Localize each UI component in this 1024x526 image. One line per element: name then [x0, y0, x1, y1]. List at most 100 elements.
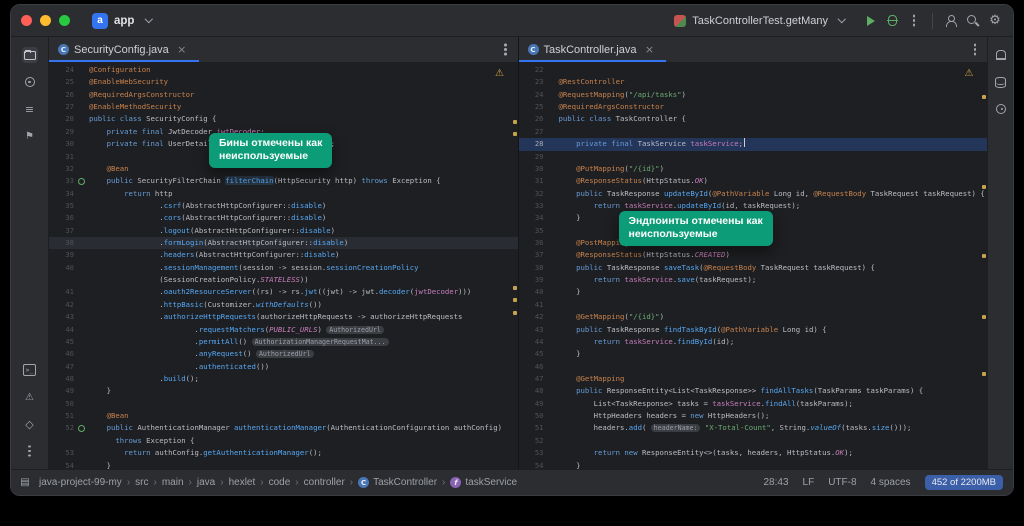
code-line[interactable]: 47 @GetMapping — [519, 373, 988, 385]
bookmarks-icon[interactable] — [22, 128, 38, 144]
line-number[interactable]: 40 — [519, 286, 547, 298]
line-number[interactable]: 39 — [49, 249, 77, 261]
line-number[interactable]: 34 — [49, 188, 77, 200]
line-number[interactable]: 33 — [49, 175, 77, 187]
code-line[interactable]: 54 } — [519, 460, 988, 470]
code-line[interactable]: 43 public TaskResponse findTaskById(@Pat… — [519, 324, 988, 336]
code-line[interactable]: 26 @RequiredArgsConstructor — [49, 89, 518, 101]
caret-position[interactable]: 28:43 — [763, 477, 788, 488]
warning-stripe-mark[interactable] — [512, 132, 517, 137]
code-line[interactable]: 38 .formLogin(AbstractHttpConfigurer::di… — [49, 237, 518, 250]
line-number[interactable]: 42 — [49, 299, 77, 311]
close-window-button[interactable] — [21, 15, 32, 26]
line-number[interactable]: 48 — [519, 385, 547, 397]
more-icon[interactable] — [906, 13, 922, 29]
code-line[interactable]: 26 public class TaskController { — [519, 113, 988, 125]
code-line[interactable]: 53 return new ResponseEntity<>(tasks, he… — [519, 447, 988, 459]
code-line[interactable]: 25 @EnableWebSecurity — [49, 76, 518, 88]
line-number[interactable]: 32 — [519, 188, 547, 200]
code-line[interactable]: 37 .logout(AbstractHttpConfigurer::disab… — [49, 225, 518, 237]
line-number[interactable]: 38 — [519, 262, 547, 274]
warning-stripe-mark[interactable] — [512, 286, 517, 291]
code-line[interactable]: 31 @ResponseStatus(HttpStatus.OK) — [519, 175, 988, 187]
breadcrumb-item[interactable]: taskService — [465, 477, 517, 488]
line-number[interactable]: 31 — [49, 151, 77, 163]
warning-stripe-mark[interactable] — [982, 184, 986, 189]
line-number[interactable]: 29 — [49, 126, 77, 138]
code-line[interactable]: 23 @RestController — [519, 76, 988, 88]
code-line[interactable]: 27 @EnableMethodSecurity — [49, 101, 518, 113]
line-number[interactable]: 44 — [519, 336, 547, 348]
breadcrumb-item[interactable]: src — [135, 477, 148, 488]
line-number[interactable]: 37 — [519, 249, 547, 261]
line-number[interactable]: 23 — [519, 76, 547, 88]
line-number[interactable]: 51 — [49, 410, 77, 422]
play-icon[interactable] — [862, 13, 878, 29]
line-number[interactable] — [49, 435, 77, 447]
line-number[interactable]: 46 — [49, 348, 77, 360]
breadcrumb-item[interactable]: java-project-99-my — [39, 477, 122, 488]
line-number[interactable]: 28 — [49, 113, 77, 125]
zoom-window-button[interactable] — [59, 15, 70, 26]
line-number[interactable]: 48 — [49, 373, 77, 385]
code-line[interactable]: 45 } — [519, 348, 988, 360]
line-number[interactable]: 50 — [49, 398, 77, 410]
line-number[interactable]: 50 — [519, 410, 547, 422]
code-line[interactable]: 49 List<TaskResponse> tasks = taskServic… — [519, 398, 988, 410]
line-number[interactable]: 45 — [49, 336, 77, 348]
terminal-icon[interactable] — [22, 362, 38, 378]
warning-stripe-mark[interactable] — [982, 95, 986, 100]
code-line[interactable]: 50 HttpHeaders headers = new HttpHeaders… — [519, 410, 988, 422]
project-folder-icon[interactable] — [21, 47, 38, 63]
warning-stripe-mark[interactable] — [512, 298, 517, 303]
inspections-widget[interactable] — [961, 65, 977, 81]
warning-stripe-mark[interactable] — [982, 371, 986, 376]
code-line[interactable]: 39 return taskService.save(taskRequest); — [519, 274, 988, 286]
line-number[interactable]: 43 — [519, 324, 547, 336]
code-line[interactable]: 40 } — [519, 286, 988, 298]
line-number[interactable]: 52 — [49, 422, 77, 434]
line-number[interactable]: 31 — [519, 175, 547, 187]
line-number[interactable]: 30 — [519, 163, 547, 175]
line-number[interactable]: 44 — [49, 324, 77, 336]
code-line[interactable]: 28 private final TaskService taskService… — [518, 138, 987, 151]
line-number[interactable]: 22 — [519, 64, 547, 76]
line-number[interactable]: 42 — [519, 311, 547, 323]
code-line[interactable]: 51 headers.add( headerName: "X-Total-Cou… — [519, 422, 988, 434]
indent-indicator[interactable]: 4 spaces — [871, 477, 911, 488]
line-number[interactable]: 27 — [49, 101, 77, 113]
breadcrumb-item[interactable]: TaskController — [373, 477, 437, 488]
more-icon[interactable] — [22, 443, 38, 459]
line-number[interactable]: 38 — [49, 237, 77, 249]
line-number[interactable]: 24 — [49, 64, 77, 76]
line-number[interactable]: 45 — [519, 348, 547, 360]
line-number[interactable]: 53 — [519, 447, 547, 459]
code-area[interactable]: 22 23 @RestController 24 @RequestMapping("/a… — [518, 63, 988, 470]
code-line[interactable]: 52 public AuthenticationManager authenti… — [49, 422, 518, 434]
line-number[interactable]: 36 — [49, 212, 77, 224]
code-line[interactable]: 48 .build(); — [49, 373, 518, 385]
code-line[interactable]: 45 .permitAll() AuthorizationManagerRequ… — [49, 336, 518, 348]
line-number[interactable]: 34 — [519, 212, 547, 224]
line-number[interactable]: 32 — [49, 163, 77, 175]
line-number[interactable]: 47 — [519, 373, 547, 385]
line-number[interactable]: 49 — [49, 385, 77, 397]
code-line[interactable]: 33 public SecurityFilterChain filterChai… — [49, 175, 518, 187]
line-number[interactable]: 28 — [519, 138, 547, 150]
more-icon[interactable] — [967, 42, 983, 58]
line-number[interactable]: 35 — [49, 200, 77, 212]
line-number[interactable]: 26 — [49, 89, 77, 101]
code-line[interactable]: 46 .anyRequest() AuthorizedUrl — [49, 348, 518, 360]
code-line[interactable]: 24 @RequestMapping("/api/tasks") — [519, 89, 988, 101]
services-icon[interactable] — [22, 416, 38, 432]
line-number[interactable]: 35 — [519, 225, 547, 237]
line-number[interactable]: 47 — [49, 361, 77, 373]
code-line[interactable]: 41 .oauth2ResourceServer((rs) -> rs.jwt(… — [49, 286, 518, 298]
line-number[interactable]: 46 — [519, 361, 547, 373]
code-line[interactable]: throws Exception { — [49, 435, 518, 447]
line-number[interactable]: 51 — [519, 422, 547, 434]
line-number[interactable]: 39 — [519, 274, 547, 286]
encoding-indicator[interactable]: UTF-8 — [828, 477, 856, 488]
tab-taskcontroller[interactable]: TaskController.java — [518, 37, 667, 62]
code-line[interactable]: 29 — [519, 151, 988, 163]
